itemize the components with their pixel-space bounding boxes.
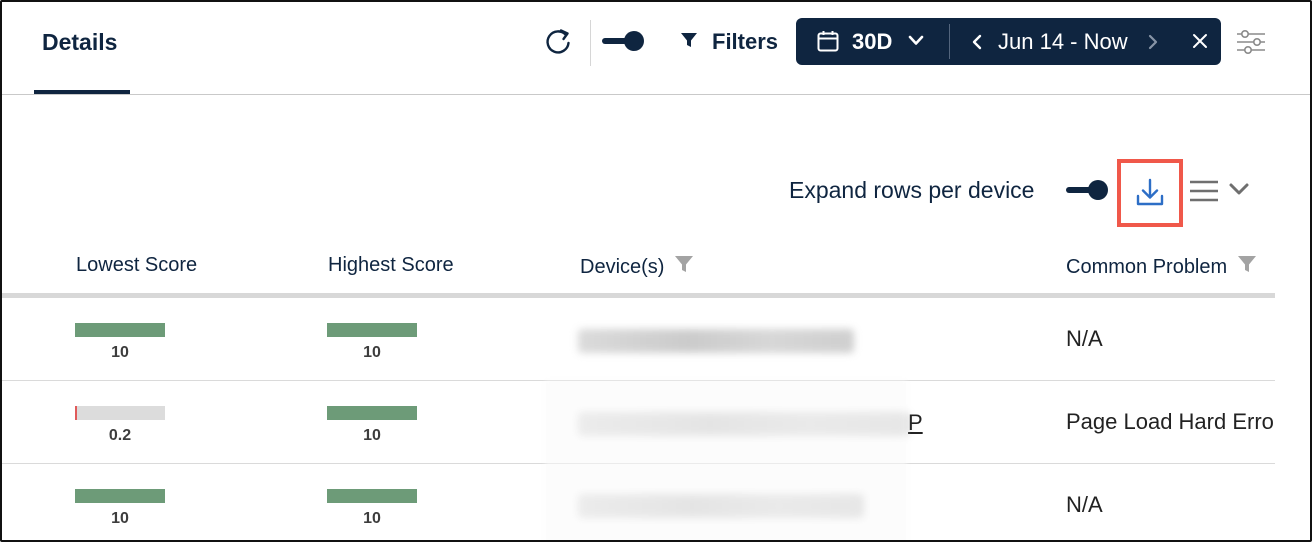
previous-period-icon[interactable] bbox=[970, 33, 984, 56]
lowest-score-value: 10 bbox=[111, 510, 129, 527]
highest-score-value: 10 bbox=[363, 427, 381, 444]
redaction-overlay bbox=[545, 380, 907, 540]
lowest-score-value: 0.2 bbox=[108, 427, 132, 444]
redacted-text bbox=[578, 329, 854, 353]
score-fill bbox=[327, 323, 417, 337]
next-period-icon[interactable] bbox=[1146, 33, 1160, 56]
filter-icon[interactable] bbox=[674, 254, 694, 280]
columns-menu-button[interactable] bbox=[1188, 178, 1254, 204]
column-header-label: Device(s) bbox=[580, 255, 665, 278]
column-header-label: Highest Score bbox=[328, 254, 454, 276]
tab-details-label: Details bbox=[42, 29, 118, 55]
lowest-score-bar: 10 bbox=[75, 323, 165, 361]
date-range-bar: 30D Jun 14 - Now bbox=[796, 18, 1221, 65]
filter-icon[interactable] bbox=[1237, 254, 1257, 280]
score-fill bbox=[75, 406, 77, 420]
device-link-visible-text[interactable]: P bbox=[908, 410, 923, 436]
download-button[interactable] bbox=[1117, 159, 1183, 227]
common-problem-cell: Page Load Hard Erro bbox=[1066, 407, 1275, 441]
details-panel: Details Filters 30D Jun 14 - Now Expand … bbox=[0, 0, 1312, 542]
date-range-value: 30D bbox=[852, 29, 893, 54]
column-header-label: Lowest Score bbox=[76, 254, 198, 276]
highest-score-bar: 10 bbox=[327, 406, 417, 444]
expand-rows-label: Expand rows per device bbox=[789, 177, 1035, 203]
column-header-label: Common Problem bbox=[1066, 255, 1228, 278]
chevron-down-icon bbox=[907, 34, 925, 53]
column-header-lowest-score[interactable]: Lowest Score bbox=[76, 254, 197, 277]
refresh-icon[interactable] bbox=[542, 26, 574, 58]
device-name-redacted[interactable] bbox=[578, 329, 854, 353]
tab-details[interactable]: Details bbox=[34, 2, 130, 95]
column-header-common-problem[interactable]: Common Problem bbox=[1066, 254, 1257, 280]
header-separator bbox=[590, 20, 591, 66]
close-icon[interactable] bbox=[1191, 32, 1209, 55]
highest-score-value: 10 bbox=[363, 510, 381, 527]
chevron-down-icon bbox=[1228, 181, 1250, 202]
download-icon bbox=[1134, 176, 1166, 210]
toggle-knob bbox=[1088, 180, 1108, 200]
score-fill bbox=[75, 323, 165, 337]
lowest-score-bar: 10 bbox=[75, 489, 165, 527]
date-range-dropdown[interactable]: 30D bbox=[796, 18, 949, 65]
expand-rows-toggle[interactable] bbox=[1066, 180, 1108, 200]
table-header-divider bbox=[2, 293, 1275, 298]
score-track bbox=[75, 406, 165, 420]
date-bar-separator bbox=[949, 24, 950, 59]
columns-menu-icon bbox=[1188, 178, 1220, 209]
common-problem-text: Page Load Hard Erro bbox=[1066, 409, 1274, 434]
score-fill bbox=[327, 489, 417, 503]
filters-label: Filters bbox=[712, 29, 779, 54]
calendar-icon bbox=[816, 29, 840, 58]
sliders-settings-icon[interactable] bbox=[1234, 26, 1268, 58]
common-problem-text: N/A bbox=[1066, 326, 1103, 351]
header-divider bbox=[2, 94, 1310, 95]
column-header-highest-score[interactable]: Highest Score bbox=[328, 254, 454, 277]
highest-score-value: 10 bbox=[363, 344, 381, 361]
common-problem-text: N/A bbox=[1066, 492, 1103, 517]
score-fill bbox=[327, 406, 417, 420]
lowest-score-value: 10 bbox=[111, 344, 129, 361]
toggle-knob bbox=[624, 31, 644, 51]
filters-button[interactable]: Filters bbox=[678, 24, 778, 60]
score-fill bbox=[75, 489, 165, 503]
highest-score-bar: 10 bbox=[327, 323, 417, 361]
lowest-score-bar: 0.2 bbox=[75, 406, 165, 444]
date-range-label: Jun 14 - Now bbox=[998, 29, 1128, 54]
column-header-devices[interactable]: Device(s) bbox=[580, 254, 694, 280]
filter-icon bbox=[678, 29, 700, 56]
header-toggle[interactable] bbox=[602, 31, 644, 51]
highest-score-bar: 10 bbox=[327, 489, 417, 527]
